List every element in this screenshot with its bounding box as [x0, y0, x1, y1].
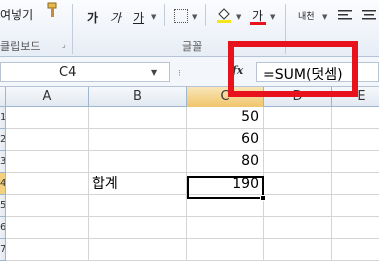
row-header-7[interactable]: 7	[0, 239, 6, 261]
bold-button[interactable]: 가	[87, 9, 98, 26]
paste-button[interactable]: 여넣기	[0, 6, 33, 23]
underline-button[interactable]: 가	[133, 9, 144, 26]
gridline	[6, 216, 379, 217]
row-header-5[interactable]: 5	[0, 195, 6, 217]
underline-dropdown-icon[interactable]: ▼	[151, 13, 156, 21]
row-header-3[interactable]: 3	[0, 151, 6, 173]
name-box[interactable]: C4 ▼	[0, 62, 170, 82]
column-header-a[interactable]: A	[6, 87, 89, 107]
font-group-label: 글꼴	[182, 40, 203, 53]
toolbar-divider	[164, 4, 165, 26]
cell-c3[interactable]: 80	[187, 151, 259, 172]
group-divider	[72, 4, 73, 54]
gridline	[88, 107, 89, 261]
fill-color-icon[interactable]	[216, 6, 232, 24]
row-header-1[interactable]: 1	[0, 107, 6, 129]
cell-c1[interactable]: 50	[187, 107, 259, 128]
gridline	[331, 107, 332, 261]
wrap-dropdown-icon[interactable]: ▼	[322, 13, 327, 21]
align-center-icon[interactable]	[362, 9, 376, 21]
fill-handle[interactable]	[260, 195, 266, 201]
active-cell-border	[187, 176, 264, 199]
name-box-value: C4	[59, 65, 77, 80]
border-dropdown-icon[interactable]: ▼	[192, 13, 197, 21]
row-header-4[interactable]: 4	[0, 173, 6, 195]
font-color-bar	[250, 22, 266, 25]
border-icon[interactable]	[174, 9, 188, 23]
dialog-launcher-icon[interactable]: ⌟	[62, 40, 66, 49]
toolbar-divider	[205, 4, 206, 26]
italic-button[interactable]: 가	[110, 9, 121, 26]
row-header-6[interactable]: 6	[0, 217, 6, 239]
fill-color-dropdown-icon[interactable]: ▼	[236, 13, 241, 21]
row-header-2[interactable]: 2	[0, 129, 6, 151]
gridline	[6, 238, 379, 239]
formula-bar-grip-icon: ⁝	[178, 69, 181, 79]
font-color-dropdown-icon[interactable]: ▼	[270, 13, 275, 21]
format-painter-icon[interactable]	[45, 2, 61, 18]
cell-b4[interactable]: 합계	[92, 174, 182, 195]
clipboard-group-label: 클립보드	[0, 40, 41, 53]
annotation-highlight-box	[228, 41, 358, 97]
worksheet-grid[interactable]: A B C D E 1 2 3 4 5 6 7 50 60 80 합계 190	[0, 87, 379, 261]
cell-c2[interactable]: 60	[187, 129, 259, 150]
column-header-b[interactable]: B	[89, 87, 187, 107]
wrap-text-button[interactable]: 내천	[298, 9, 315, 22]
chevron-down-icon[interactable]: ▼	[151, 68, 157, 77]
gridline	[6, 172, 379, 173]
align-left-icon[interactable]	[338, 9, 352, 21]
